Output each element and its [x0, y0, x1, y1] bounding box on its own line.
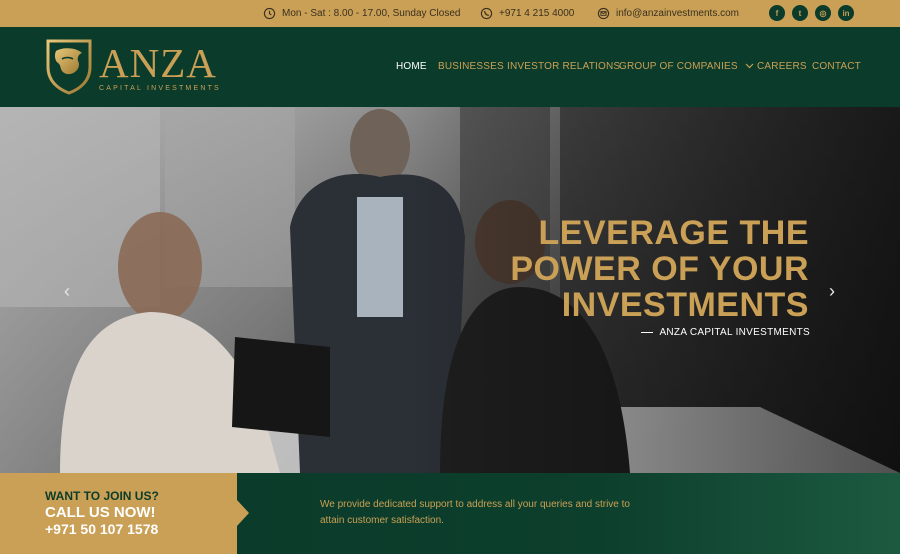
tagline-text: ANZA CAPITAL INVESTMENTS — [659, 327, 810, 338]
call-to-action-box[interactable]: WANT TO JOIN US? CALL US NOW! +971 50 10… — [0, 473, 237, 554]
support-text: We provide dedicated support to address … — [320, 499, 630, 526]
cta-call-label: CALL US NOW! — [45, 504, 156, 521]
cta-phone-number[interactable]: +971 50 107 1578 — [45, 521, 158, 537]
headline-line-3: INVESTMENTS — [561, 286, 809, 324]
tagline-dash — [641, 332, 654, 333]
brand-subtitle: CAPITAL INVESTMENTS — [99, 85, 221, 92]
headline-line-1: LEVERAGE THE — [538, 214, 809, 252]
nav-careers[interactable]: CAREERS — [757, 61, 807, 72]
nav-home[interactable]: HOME — [396, 61, 427, 72]
facebook-icon[interactable]: f — [769, 5, 785, 21]
twitter-icon[interactable]: t — [792, 5, 808, 21]
slider-prev-arrow[interactable]: ‹ — [60, 279, 74, 303]
headline-line-2: POWER OF YOUR — [510, 250, 809, 288]
phone-link[interactable]: +971 4 215 4000 — [480, 0, 574, 27]
site-header: ANZA CAPITAL INVESTMENTS HOME BUSINESSES… — [0, 27, 900, 107]
nav-group-of-companies[interactable]: GROUP OF COMPANIES — [619, 61, 754, 72]
phone-icon — [480, 7, 493, 20]
linkedin-icon[interactable]: in — [838, 5, 854, 21]
social-links: f t ◎ in — [769, 5, 854, 21]
phone-text: +971 4 215 4000 — [499, 8, 575, 19]
chevron-down-icon — [745, 63, 754, 69]
lion-shield-logo-icon — [46, 39, 92, 95]
brand-name: ANZA — [99, 40, 217, 86]
support-band: We provide dedicated support to address … — [237, 473, 900, 554]
hero-slider: ‹ › LEVERAGE THE POWER OF YOUR INVESTMEN… — [0, 107, 900, 473]
slider-next-arrow[interactable]: › — [825, 279, 839, 303]
top-info-bar: Mon - Sat : 8.00 - 17.00, Sunday Closed … — [0, 0, 900, 27]
email-text: info@anzainvestments.com — [616, 8, 739, 19]
cta-arrow-notch — [237, 500, 249, 526]
hours-text: Mon - Sat : 8.00 - 17.00, Sunday Closed — [282, 8, 461, 19]
cta-heading: WANT TO JOIN US? — [45, 489, 159, 503]
nav-group-label: GROUP OF COMPANIES — [619, 61, 738, 72]
brand-logo[interactable]: ANZA CAPITAL INVESTMENTS — [44, 37, 224, 97]
instagram-icon[interactable]: ◎ — [815, 5, 831, 21]
nav-businesses[interactable]: BUSINESSES — [438, 61, 504, 72]
email-icon — [597, 7, 610, 20]
clock-icon — [263, 7, 276, 20]
hero-headline: LEVERAGE THE POWER OF YOUR INVESTMENTS — [510, 215, 809, 323]
office-hours: Mon - Sat : 8.00 - 17.00, Sunday Closed — [263, 0, 460, 27]
hero-tagline: ANZA CAPITAL INVESTMENTS — [641, 327, 810, 338]
nav-investor-relations[interactable]: INVESTOR RELATIONS — [507, 61, 620, 72]
email-link[interactable]: info@anzainvestments.com — [597, 0, 739, 27]
nav-contact[interactable]: CONTACT — [812, 61, 861, 72]
